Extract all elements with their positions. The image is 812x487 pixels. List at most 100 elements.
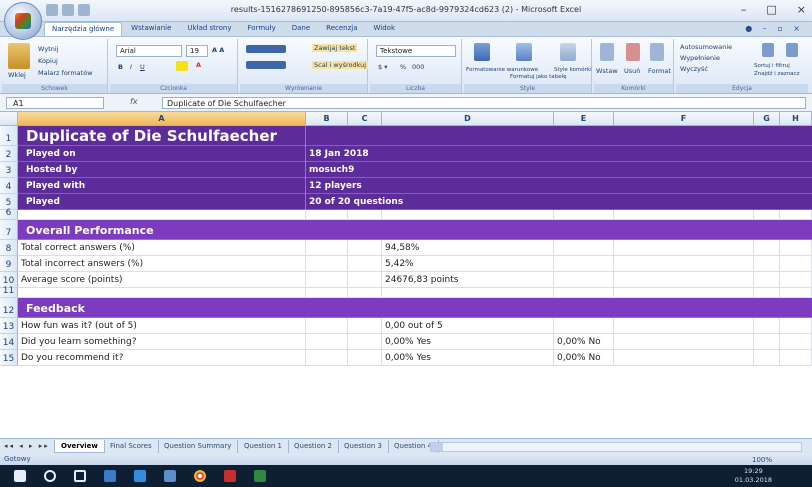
select-all-corner[interactable] <box>0 112 18 126</box>
cell-d[interactable]: 94,58% <box>382 240 554 256</box>
fill-button[interactable]: Wypełnienie <box>680 54 720 62</box>
autosum-button[interactable]: Autosumowanie <box>680 43 732 51</box>
cell-a[interactable]: Overall Performance <box>18 220 306 240</box>
cell-d[interactable] <box>382 288 554 298</box>
cell-d[interactable]: 24676,83 points <box>382 272 554 288</box>
column-header[interactable]: G <box>754 112 780 126</box>
cell-e[interactable] <box>554 162 684 178</box>
sort-filter-icon[interactable] <box>762 43 774 57</box>
paste-button[interactable]: Wklej <box>8 71 26 79</box>
row-header[interactable]: 11 <box>0 286 18 298</box>
cell-a[interactable]: Did you learn something? <box>18 334 306 350</box>
insert-cells-icon[interactable] <box>600 43 614 61</box>
cell-e[interactable] <box>554 298 684 318</box>
cell-e[interactable] <box>554 256 684 272</box>
conditional-format-icon[interactable] <box>474 43 490 61</box>
ribbon-tab[interactable]: Formuły <box>241 22 283 36</box>
underline-button[interactable]: U <box>140 63 145 71</box>
delete-button[interactable]: Usuń <box>624 67 640 75</box>
sheet-tab[interactable]: Question Summary <box>158 440 239 453</box>
sheet-tab[interactable]: Question 1 <box>238 440 289 453</box>
cell-e[interactable]: 0,00% No <box>554 350 684 366</box>
cell-a[interactable]: How fun was it? (out of 5) <box>18 318 306 334</box>
ribbon-tab[interactable]: Narzędzia główne <box>44 22 123 36</box>
row-header[interactable]: 6 <box>0 208 18 220</box>
system-clock[interactable]: 19:29 01.03.2018 <box>735 467 772 485</box>
row-header[interactable]: 2 <box>0 146 18 162</box>
indent-icon[interactable] <box>246 61 286 69</box>
excel-icon[interactable] <box>254 470 266 482</box>
store-icon[interactable] <box>104 470 116 482</box>
cell-e[interactable]: 0,00% No <box>554 334 684 350</box>
sheet-tab[interactable]: Final Scores <box>104 440 159 453</box>
fill-color-icon[interactable] <box>176 61 188 71</box>
maximize-button[interactable]: □ <box>766 3 776 16</box>
find-select-icon[interactable] <box>786 43 798 57</box>
cell-d[interactable] <box>382 220 554 240</box>
merge-center-button[interactable]: Scal i wyśrodkuj <box>312 61 369 69</box>
explorer-icon[interactable] <box>164 470 176 482</box>
column-header[interactable]: D <box>382 112 554 126</box>
horizontal-scrollbar[interactable] <box>430 442 802 452</box>
format-table-icon[interactable] <box>516 43 532 61</box>
office-button[interactable] <box>4 2 42 40</box>
cell-a[interactable]: Feedback <box>18 298 306 318</box>
italic-button[interactable]: I <box>130 63 132 71</box>
copy-button[interactable]: Kopiuj <box>38 57 58 65</box>
cell-e[interactable] <box>554 288 684 298</box>
percent-button[interactable]: % <box>400 63 406 71</box>
number-format-select[interactable]: Tekstowe <box>376 45 456 57</box>
cell-d[interactable] <box>382 146 554 162</box>
column-header[interactable]: H <box>780 112 812 126</box>
row-header[interactable]: 12 <box>0 298 18 318</box>
cell-e[interactable] <box>554 146 684 162</box>
acrobat-icon[interactable] <box>224 470 236 482</box>
cell-d[interactable]: 0,00% Yes <box>382 334 554 350</box>
format-painter-button[interactable]: Malarz formatów <box>38 69 93 77</box>
delete-cells-icon[interactable] <box>626 43 640 61</box>
paste-icon[interactable] <box>8 43 30 69</box>
cell-a[interactable]: Do you recommend it? <box>18 350 306 366</box>
cell-e[interactable] <box>554 194 684 210</box>
grow-font-button[interactable]: A A <box>212 46 224 54</box>
task-view-icon[interactable] <box>74 470 86 482</box>
thousands-button[interactable]: 000 <box>412 63 424 71</box>
font-size-select[interactable]: 19 <box>186 45 208 57</box>
cell-d[interactable] <box>382 126 554 146</box>
cell-a[interactable] <box>18 288 306 298</box>
cell-d[interactable]: 5,42% <box>382 256 554 272</box>
format-table-button[interactable]: Formatuj jako tabelę <box>510 74 566 80</box>
cell-d[interactable] <box>382 298 554 318</box>
cell-a[interactable]: Total correct answers (%) <box>18 240 306 256</box>
bold-button[interactable]: B <box>118 63 123 71</box>
row-header[interactable]: 4 <box>0 178 18 194</box>
font-color-icon[interactable]: A <box>196 61 201 69</box>
cell-d[interactable]: 0,00% Yes <box>382 350 554 366</box>
sort-filter-button[interactable]: Sortuj i filtruj <box>754 63 790 69</box>
row-header[interactable]: 7 <box>0 220 18 240</box>
cell-e[interactable] <box>554 126 684 146</box>
row-header[interactable]: 1 <box>0 126 18 146</box>
format-cells-icon[interactable] <box>650 43 664 61</box>
ribbon-tab[interactable]: Układ strony <box>180 22 238 36</box>
help-icon[interactable]: ● – ▫ × <box>745 24 804 33</box>
row-header[interactable]: 13 <box>0 318 18 334</box>
ribbon-tab[interactable]: Dane <box>285 22 317 36</box>
cell-a[interactable] <box>18 210 306 220</box>
cell-e[interactable] <box>554 318 684 334</box>
cell-d[interactable] <box>382 178 554 194</box>
row-header[interactable]: 9 <box>0 256 18 272</box>
wrap-text-button[interactable]: Zawijaj tekst <box>312 44 358 52</box>
row-header[interactable]: 8 <box>0 240 18 256</box>
column-header[interactable]: F <box>614 112 754 126</box>
cell-a[interactable]: Total incorrect answers (%) <box>18 256 306 272</box>
font-name-select[interactable]: Arial <box>116 45 182 57</box>
conditional-format-button[interactable]: Formatowanie warunkowe <box>466 67 538 73</box>
minimize-button[interactable]: – <box>741 3 747 16</box>
format-button[interactable]: Format <box>648 67 671 75</box>
column-header[interactable]: A <box>18 112 306 126</box>
cell-styles-icon[interactable] <box>560 43 576 61</box>
ribbon-tab[interactable]: Widok <box>367 22 403 36</box>
cell-d[interactable] <box>382 210 554 220</box>
scrollbar-thumb[interactable] <box>431 443 443 451</box>
